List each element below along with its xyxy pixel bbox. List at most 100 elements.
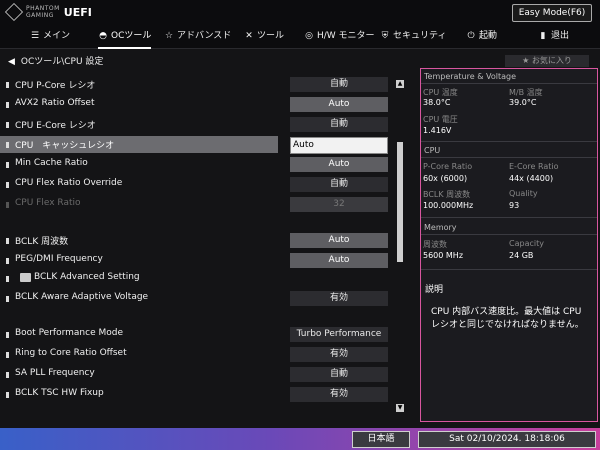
bullet-icon (6, 258, 9, 264)
power-icon: ⏻ (467, 31, 475, 41)
tab-security[interactable]: ⛨ セキュリティ (380, 26, 447, 48)
memory-frequency-value: 5600 MHz (423, 251, 464, 260)
description-text: CPU 内部バス速度比。最大値は CPU レシオと同じでなければなりません。 (431, 307, 584, 330)
setting-value: 32 (290, 197, 388, 212)
cpu-temp-label: CPU 温度 (423, 88, 458, 97)
setting-value[interactable]: 有効 (290, 347, 388, 362)
bullet-icon (6, 332, 9, 338)
setting-cpu-flex-ratio-override[interactable]: CPU Flex Ratio Override 自動 (0, 176, 392, 194)
bullet-icon (6, 142, 9, 148)
setting-value[interactable]: 自動 (290, 77, 388, 92)
wrench-icon: ✕ (245, 31, 253, 41)
cpu-voltage-label: CPU 電圧 (423, 115, 458, 124)
setting-value[interactable]: Auto (290, 97, 388, 112)
setting-avx2-ratio-offset[interactable]: AVX2 Ratio Offset Auto (0, 96, 392, 114)
setting-value[interactable]: Turbo Performance (290, 327, 388, 342)
setting-ring-to-core-ratio-offset[interactable]: Ring to Core Ratio Offset 有効 (0, 346, 392, 364)
setting-value[interactable]: 自動 (290, 177, 388, 192)
bclk-label: BCLK 周波数 (423, 190, 471, 199)
setting-value[interactable]: 有効 (290, 291, 388, 306)
scroll-down-icon[interactable]: ▼ (396, 404, 404, 412)
ecore-ratio-label: E-Core Ratio (509, 162, 559, 171)
ecore-ratio-value: 44x (4400) (509, 174, 554, 183)
main-nav: ☰ メイン ◓ OCツール ☆ アドバンスド ✕ ツール ◎ H/W モニター ⛨ セキュリ… (0, 26, 600, 49)
setting-cpu-flex-ratio: CPU Flex Ratio 32 (0, 196, 392, 214)
breadcrumb-path: OCツール\CPU 設定 (20, 57, 104, 67)
bullet-icon (6, 392, 9, 398)
pcore-ratio-value: 60x (6000) (423, 174, 468, 183)
tab-advanced[interactable]: ☆ アドバンスド (164, 26, 231, 48)
setting-cpu-pcore-ratio[interactable]: CPU P-Core レシオ 自動 (0, 76, 392, 94)
tab-oc-tool[interactable]: ◓ OCツール (98, 26, 152, 49)
cpu-voltage-value: 1.416V (423, 126, 452, 135)
setting-sa-pll-frequency[interactable]: SA PLL Frequency 自動 (0, 366, 392, 384)
setting-bclk-tsc-hw-fixup[interactable]: BCLK TSC HW Fixup 有効 (0, 386, 392, 404)
tab-main[interactable]: ☰ メイン (30, 26, 70, 48)
scroll-up-icon[interactable]: ▲ (396, 80, 404, 88)
scroll-thumb[interactable] (397, 142, 403, 262)
language-button[interactable]: 日本語 (352, 431, 410, 448)
list-icon: ☰ (30, 31, 40, 41)
memory-frequency-label: 周波数 (423, 240, 447, 249)
quality-value: 93 (509, 201, 520, 210)
setting-bclk-aware-adaptive-voltage[interactable]: BCLK Aware Adaptive Voltage 有効 (0, 290, 392, 308)
setting-bclk-frequency[interactable]: BCLK 周波数 Auto (0, 232, 392, 250)
favorite-button[interactable]: ★ お気に入り (505, 55, 589, 67)
temp-voltage-title: Temperature & Voltage (424, 72, 517, 81)
memory-capacity-value: 24 GB (509, 251, 534, 260)
shield-icon: ⛨ (381, 31, 389, 41)
bullet-icon (6, 372, 9, 378)
setting-value[interactable]: Auto (290, 233, 388, 248)
setting-boot-performance-mode[interactable]: Boot Performance Mode Turbo Performance (0, 326, 392, 344)
cache-ratio-input[interactable]: Auto (290, 137, 388, 154)
exit-icon: ▮ (540, 31, 546, 41)
bullet-icon (6, 202, 9, 208)
datetime-display: Sat 02/10/2024. 18:18:06 (418, 431, 596, 448)
brand-logo: PHANTOM GAMING UEFI (4, 2, 92, 22)
bullet-icon (6, 276, 9, 282)
settings-scrollbar[interactable]: ▲ ▼ (396, 80, 404, 412)
breadcrumb: ◀ OCツール\CPU 設定 (8, 54, 103, 67)
speedometer-icon: ◓ (99, 31, 107, 41)
bullet-icon (6, 352, 9, 358)
setting-value[interactable]: Auto (290, 157, 388, 172)
tab-tool[interactable]: ✕ ツール (244, 26, 284, 48)
setting-min-cache-ratio[interactable]: Min Cache Ratio Auto (0, 156, 392, 174)
memory-section-title: Memory (424, 223, 457, 232)
bullet-icon (6, 82, 9, 88)
pcore-ratio-label: P-Core Ratio (423, 162, 473, 171)
bullet-icon (6, 102, 9, 108)
description-title: 説明 (425, 285, 444, 295)
brand-uefi: UEFI (63, 5, 92, 19)
monitor-icon: ◎ (305, 31, 313, 41)
top-bar: PHANTOM GAMING UEFI Easy Mode(F6) (0, 0, 600, 26)
easy-mode-button[interactable]: Easy Mode(F6) (512, 4, 592, 22)
setting-value[interactable]: Auto (290, 253, 388, 268)
folder-icon (20, 273, 31, 282)
star-icon: ☆ (164, 31, 174, 41)
tab-boot[interactable]: ⏻ 起動 (466, 26, 497, 48)
memory-capacity-label: Capacity (509, 239, 544, 248)
back-arrow-icon[interactable]: ◀ (8, 57, 18, 67)
setting-cpu-ecore-ratio[interactable]: CPU E-Core レシオ 自動 (0, 116, 392, 134)
bullet-icon (6, 238, 9, 244)
tab-exit[interactable]: ▮ 退出 (538, 26, 570, 48)
tab-hw-monitor[interactable]: ◎ H/W モニター (304, 26, 375, 48)
setting-cpu-cache-ratio[interactable]: CPU キャッシュレシオ Auto (0, 136, 392, 154)
cpu-temp-value: 38.0°C (423, 98, 451, 107)
brand-line1: PHANTOM (26, 5, 60, 12)
brand-logo-icon (4, 2, 24, 22)
setting-peg-dmi-frequency[interactable]: PEG/DMI Frequency Auto (0, 252, 392, 270)
setting-value[interactable]: 自動 (290, 117, 388, 132)
setting-value[interactable]: 有効 (290, 387, 388, 402)
mb-temp-value: 39.0°C (509, 98, 537, 107)
star-icon: ★ (522, 56, 530, 65)
quality-label: Quality (509, 189, 538, 198)
bullet-icon (6, 162, 9, 168)
bullet-icon (6, 182, 9, 188)
bclk-value: 100.000MHz (423, 201, 474, 210)
setting-value[interactable]: 自動 (290, 367, 388, 382)
mb-temp-label: M/B 温度 (509, 88, 543, 97)
info-panel: Temperature & Voltage CPU 温度 38.0°C M/B … (420, 68, 598, 422)
submenu-bclk-advanced-setting[interactable]: BCLK Advanced Setting (0, 270, 392, 288)
